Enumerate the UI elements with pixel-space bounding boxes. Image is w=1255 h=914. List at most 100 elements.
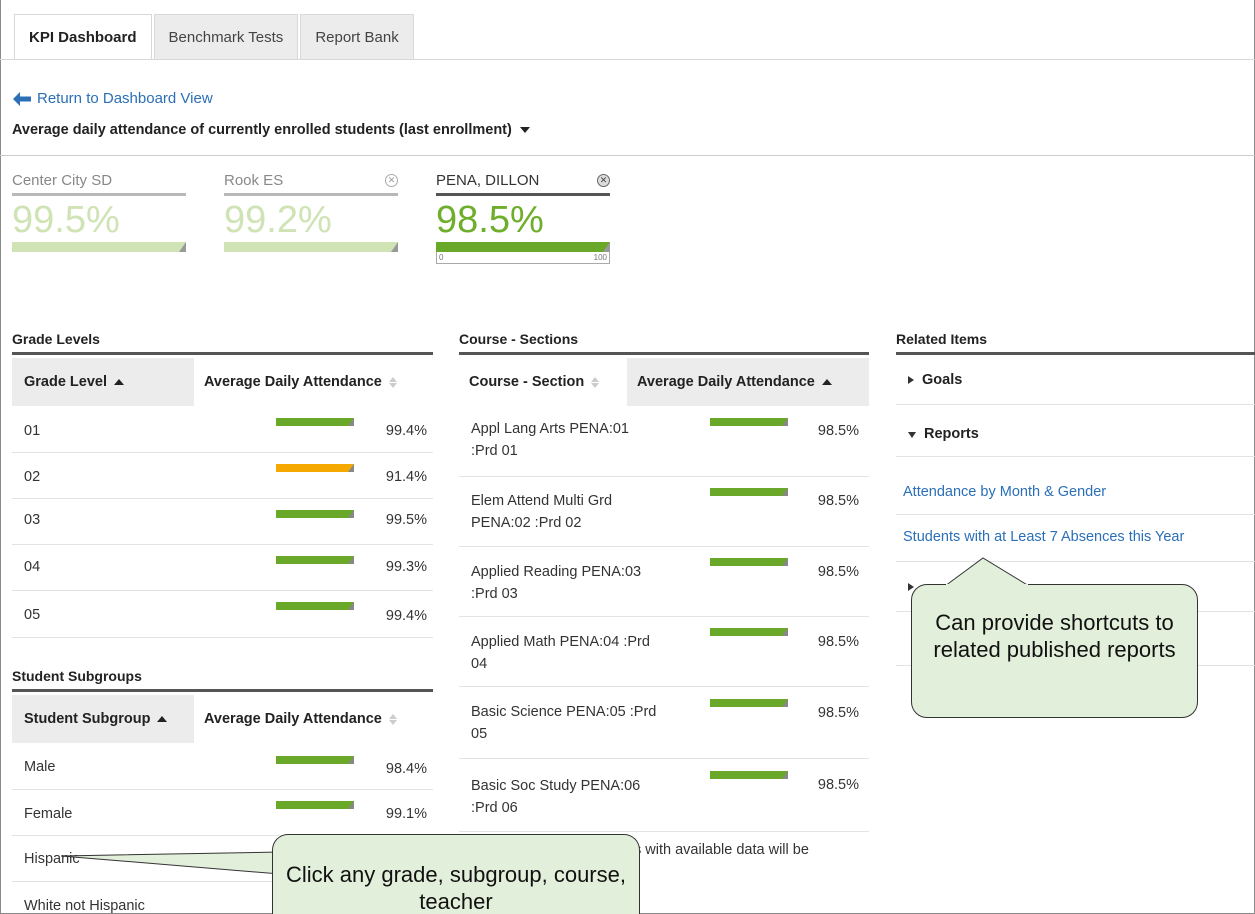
attendance-column-header[interactable]: Average Daily Attendance xyxy=(194,695,433,743)
arrow-left-icon xyxy=(13,91,31,106)
kpi-value: 99.5% xyxy=(12,199,120,241)
attendance-column-header[interactable]: Average Daily Attendance xyxy=(194,358,433,406)
attendance-bar xyxy=(710,488,788,496)
course-name-line1: Applied Math PENA:04 :Prd xyxy=(471,634,650,650)
tab-report-bank[interactable]: Report Bank xyxy=(300,14,414,60)
report-link[interactable]: Students with at Least 7 Absences this Y… xyxy=(903,529,1184,545)
callout-pointer xyxy=(60,851,281,875)
row-label: Female xyxy=(24,806,73,822)
callout-reports: Can provide shortcuts to related publish… xyxy=(911,584,1198,718)
table-row[interactable]: Elem Attend Multi Grd PENA:02 :Prd 02 98.… xyxy=(459,477,869,547)
row-label: 03 xyxy=(24,512,41,528)
return-to-dashboard-link[interactable]: Return to Dashboard View xyxy=(12,90,213,107)
report-link-row[interactable]: Attendance by Month & Gender xyxy=(896,457,1255,515)
table-row[interactable]: Basic Science PENA:05 :Prd 05 98.5% xyxy=(459,687,869,759)
row-label: Applied Math PENA:04 :Prd 04 xyxy=(471,631,650,675)
row-label: Applied Reading PENA:03:Prd 03 xyxy=(471,561,641,605)
grade-levels-header: Grade Level Average Daily Attendance xyxy=(12,358,433,406)
row-value: 98.5% xyxy=(817,634,859,650)
row-label: 02 xyxy=(24,469,41,485)
course-name-line1: Elem Attend Multi Grd xyxy=(471,493,613,509)
attendance-bar xyxy=(276,418,354,426)
table-row[interactable]: 05 99.4% xyxy=(12,591,433,638)
marker-icon xyxy=(179,242,186,252)
column-label: Course - Section xyxy=(469,374,585,390)
kpi-card-school[interactable]: Rook ES ✕ 99.2% xyxy=(224,172,398,252)
table-row[interactable]: Basic Soc Study PENA:06:Prd 06 98.5% xyxy=(459,759,869,832)
kpi-scale: 0 100 xyxy=(436,252,610,264)
courses-note: s with available data will be xyxy=(634,842,809,858)
sort-icon xyxy=(591,376,600,388)
report-link-row[interactable]: Students with at Least 7 Absences this Y… xyxy=(896,515,1255,562)
measure-label: Average daily attendance of currently en… xyxy=(12,122,512,138)
kpi-bar xyxy=(12,242,186,252)
attendance-bar xyxy=(710,699,788,707)
sort-icon xyxy=(388,376,397,388)
grade-level-column-header[interactable]: Grade Level xyxy=(12,358,194,406)
table-row[interactable]: Applied Math PENA:04 :Prd 04 98.5% xyxy=(459,617,869,687)
table-row[interactable]: 03 99.5% xyxy=(12,499,433,545)
related-items-title: Related Items xyxy=(896,331,1255,355)
course-sections-title: Course - Sections xyxy=(459,331,869,355)
row-label: White not Hispanic xyxy=(24,898,145,914)
subgroups-header: Student Subgroup Average Daily Attendanc… xyxy=(12,695,433,743)
marker-icon xyxy=(391,242,398,252)
table-row[interactable]: 02 91.4% xyxy=(12,453,433,499)
sort-up-icon xyxy=(821,379,832,385)
attendance-column-header[interactable]: Average Daily Attendance xyxy=(627,358,869,406)
course-name-line1: Applied Reading PENA:03 xyxy=(471,564,642,580)
table-row[interactable]: 04 99.3% xyxy=(12,545,433,591)
row-value: 99.3% xyxy=(385,559,427,575)
attendance-bar xyxy=(710,628,788,636)
measure-selector[interactable]: Average daily attendance of currently en… xyxy=(12,122,530,138)
related-goals-toggle[interactable]: Goals xyxy=(896,356,1255,405)
callout-click-any: Click any grade, subgroup, course, teach… xyxy=(272,834,640,914)
kpi-bar xyxy=(224,242,398,252)
row-value: 99.1% xyxy=(385,806,427,822)
report-link[interactable]: Attendance by Month & Gender xyxy=(903,484,1106,500)
table-row[interactable]: Male 98.4% xyxy=(12,743,433,790)
kpi-card-header: Center City SD xyxy=(12,172,186,196)
row-label: Basic Soc Study PENA:06:Prd 06 xyxy=(471,775,640,819)
row-value: 98.5% xyxy=(817,564,859,580)
table-row[interactable]: Appl Lang Arts PENA:01:Prd 01 98.5% xyxy=(459,406,869,477)
course-name-line2: :Prd 01 xyxy=(471,443,518,459)
course-section-column-header[interactable]: Course - Section xyxy=(459,358,627,406)
course-name-line2: 04 xyxy=(471,656,488,672)
grade-levels-title: Grade Levels xyxy=(12,331,433,355)
row-value: 99.5% xyxy=(385,512,427,528)
row-label: 01 xyxy=(24,423,41,439)
column-label: Grade Level xyxy=(24,374,108,390)
kpi-bar xyxy=(436,242,610,252)
column-label: Student Subgroup xyxy=(24,711,151,727)
expand-right-icon xyxy=(908,376,914,384)
row-value: 99.4% xyxy=(385,423,427,439)
subgroup-column-header[interactable]: Student Subgroup xyxy=(12,695,194,743)
close-icon[interactable]: ✕ xyxy=(385,174,398,187)
tab-benchmark-tests[interactable]: Benchmark Tests xyxy=(153,14,299,60)
kpi-value: 99.2% xyxy=(224,199,332,241)
attendance-bar xyxy=(276,510,354,518)
tab-kpi-dashboard[interactable]: KPI Dashboard xyxy=(14,14,152,60)
kpi-value: 98.5% xyxy=(436,199,544,241)
row-label: Elem Attend Multi Grd PENA:02 :Prd 02 xyxy=(471,490,612,534)
close-icon[interactable]: ✕ xyxy=(597,174,610,187)
table-row[interactable]: Female 99.1% xyxy=(12,790,433,836)
related-reports-toggle[interactable]: Reports xyxy=(896,405,1255,457)
subgroups-title: Student Subgroups xyxy=(12,668,433,692)
row-value: 98.5% xyxy=(817,705,859,721)
row-value: 91.4% xyxy=(385,469,427,485)
row-value: 98.5% xyxy=(817,423,859,439)
course-name-line2: 05 xyxy=(471,726,488,742)
header-divider xyxy=(0,155,1255,156)
kpi-card-district[interactable]: Center City SD 99.5% xyxy=(12,172,186,252)
row-value: 98.5% xyxy=(817,777,859,793)
kpi-name: Center City SD xyxy=(12,172,113,189)
course-name-line1: Basic Science PENA:05 :Prd xyxy=(471,704,657,720)
caret-down-icon xyxy=(519,127,530,133)
scale-max: 100 xyxy=(593,253,607,262)
table-row[interactable]: Applied Reading PENA:03:Prd 03 98.5% xyxy=(459,547,869,617)
table-row[interactable]: 01 99.4% xyxy=(12,406,433,453)
kpi-card-header: PENA, DILLON ✕ xyxy=(436,172,610,196)
kpi-card-teacher[interactable]: PENA, DILLON ✕ 98.5% 0 100 xyxy=(436,172,610,264)
